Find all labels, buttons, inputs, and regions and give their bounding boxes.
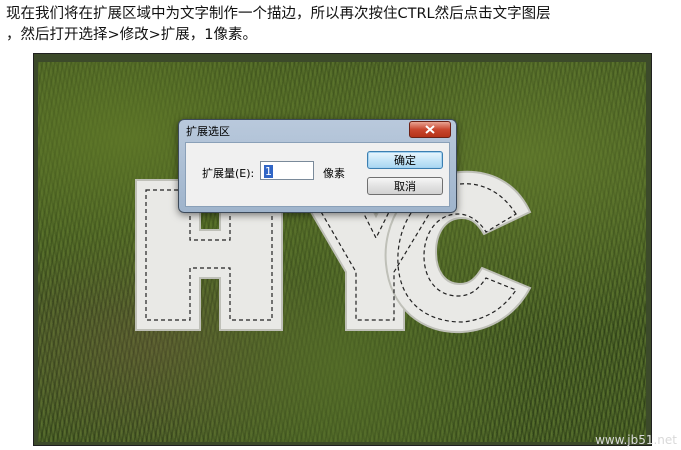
pixels-unit-label: 像素 [323, 167, 345, 180]
ok-button[interactable]: 确定 [367, 151, 443, 169]
expand-selection-dialog: 扩展选区 扩展量(E): 1 像素 确定 取消 [178, 119, 457, 213]
dialog-titlebar[interactable]: 扩展选区 [179, 120, 456, 138]
site-watermark: www.jb51.net [595, 433, 677, 447]
close-button[interactable] [409, 121, 451, 138]
dialog-title: 扩展选区 [186, 125, 230, 138]
expand-by-value: 1 [264, 165, 273, 178]
close-icon [425, 125, 435, 134]
expand-by-input[interactable]: 1 [260, 161, 314, 180]
tutorial-caption: 现在我们将在扩展区域中为文字制作一个描边，所以再次按住CTRL然后点击文字图层 … [6, 4, 676, 46]
dialog-body: 扩展量(E): 1 像素 确定 取消 [185, 142, 450, 207]
expand-by-label: 扩展量(E): [202, 167, 255, 180]
caption-line-1: 现在我们将在扩展区域中为文字制作一个描边，所以再次按住CTRL然后点击文字图层 [6, 6, 551, 22]
cancel-button[interactable]: 取消 [367, 177, 443, 195]
caption-line-2: ，然后打开选择>修改>扩展，1像素。 [6, 27, 258, 43]
